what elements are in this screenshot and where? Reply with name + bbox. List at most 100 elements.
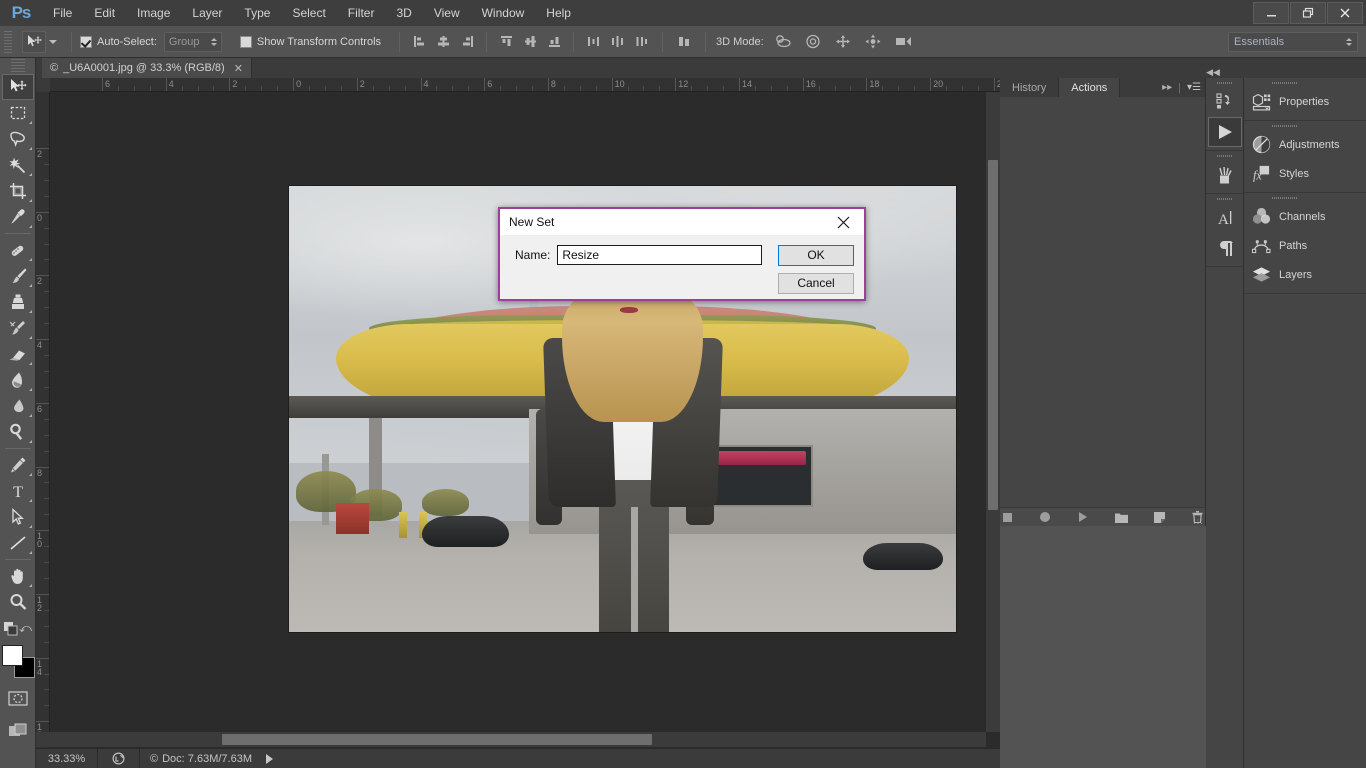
rectangular-marquee-tool[interactable] <box>2 100 34 126</box>
panel-item-properties[interactable]: Properties <box>1244 87 1366 116</box>
canvas-horizontal-scroll-thumb[interactable] <box>222 734 652 745</box>
menu-image[interactable]: Image <box>126 0 181 26</box>
panel-menu-icon[interactable]: ▾☰ <box>1187 82 1201 93</box>
collapse-panel-icon[interactable]: ▸▸ <box>1162 82 1172 93</box>
foreground-color-swatch[interactable] <box>1 645 23 666</box>
distribute-vertical-centers-icon[interactable] <box>606 31 628 53</box>
panel-resize-grip[interactable] <box>1193 515 1203 525</box>
character-icon[interactable]: A <box>1208 203 1242 233</box>
quick-selection-tool[interactable] <box>2 152 34 178</box>
panel-item-paths[interactable]: Paths <box>1244 231 1366 260</box>
scale-3d-icon[interactable] <box>892 31 914 53</box>
distribute-bottom-icon[interactable] <box>630 31 652 53</box>
align-horizontal-centers-icon[interactable] <box>432 31 454 53</box>
panel-item-styles[interactable]: fx Styles <box>1244 159 1366 188</box>
document-info-icon[interactable] <box>98 748 140 768</box>
close-tab-icon[interactable]: ✕ <box>234 62 243 75</box>
auto-select-scope-dropdown[interactable]: Group <box>163 31 222 52</box>
icon-group-grip[interactable] <box>1206 151 1243 160</box>
clone-stamp-tool[interactable] <box>2 289 34 315</box>
eyedropper-tool[interactable] <box>2 204 34 230</box>
lasso-tool[interactable] <box>2 126 34 152</box>
canvas-area[interactable] <box>36 78 1000 748</box>
align-right-edges-icon[interactable] <box>456 31 478 53</box>
swap-colors-icon[interactable]: ⤺ <box>19 621 32 636</box>
blur-tool[interactable] <box>2 393 34 419</box>
dodge-tool[interactable] <box>2 419 34 445</box>
distribute-top-icon[interactable] <box>582 31 604 53</box>
close-icon[interactable] <box>1327 2 1363 24</box>
panel-item-adjustments[interactable]: Adjustments <box>1244 130 1366 159</box>
status-expand-icon[interactable] <box>265 753 273 764</box>
menu-help[interactable]: Help <box>535 0 582 26</box>
document-tab[interactable]: © _U6A0001.jpg @ 33.3% (RGB/8) ✕ <box>42 58 252 78</box>
menu-3d[interactable]: 3D <box>385 0 422 26</box>
panel-group-grip[interactable] <box>1244 193 1366 202</box>
tool-preset-chevron-down-icon[interactable] <box>49 39 57 44</box>
crop-tool[interactable] <box>2 178 34 204</box>
vertical-ruler[interactable]: 20246810121416 <box>36 92 50 748</box>
pan-3d-icon[interactable] <box>832 31 854 53</box>
slide-3d-icon[interactable] <box>862 31 884 53</box>
panel-item-channels[interactable]: Channels <box>1244 202 1366 231</box>
dialog-title-bar[interactable]: New Set <box>500 209 864 235</box>
menu-select[interactable]: Select <box>281 0 336 26</box>
options-bar-grip[interactable] <box>4 30 12 53</box>
cancel-button[interactable]: Cancel <box>778 273 854 294</box>
move-tool-icon[interactable] <box>22 30 46 53</box>
menu-type[interactable]: Type <box>233 0 281 26</box>
align-bottom-edges-icon[interactable] <box>543 31 565 53</box>
brush-tool[interactable] <box>2 263 34 289</box>
menu-file[interactable]: File <box>42 0 83 26</box>
minimize-icon[interactable] <box>1253 2 1289 24</box>
workspace-switcher[interactable]: Essentials <box>1228 32 1358 52</box>
panel-group-grip[interactable] <box>1244 121 1366 130</box>
eraser-tool[interactable] <box>2 341 34 367</box>
screen-mode-icon[interactable] <box>2 717 34 743</box>
menu-layer[interactable]: Layer <box>181 0 233 26</box>
quick-mask-mode-icon[interactable] <box>2 685 34 711</box>
actions-list[interactable] <box>1000 97 1205 507</box>
begin-recording-icon[interactable] <box>1038 510 1052 524</box>
roll-3d-icon[interactable] <box>802 31 824 53</box>
panel-item-layers[interactable]: Layers <box>1244 260 1366 289</box>
move-tool[interactable] <box>1 74 34 100</box>
history-icon[interactable] <box>1208 87 1242 117</box>
new-set-icon[interactable] <box>1115 510 1129 524</box>
brush-presets-icon[interactable] <box>1208 160 1242 190</box>
auto-select-checkbox[interactable] <box>80 35 92 48</box>
menu-window[interactable]: Window <box>471 0 536 26</box>
ok-button[interactable]: OK <box>778 245 854 266</box>
menu-filter[interactable]: Filter <box>337 0 386 26</box>
stop-recording-icon[interactable] <box>1000 510 1014 524</box>
zoom-level[interactable]: 33.33% <box>36 748 98 768</box>
line-tool[interactable] <box>2 530 34 556</box>
path-selection-tool[interactable] <box>2 504 34 530</box>
icon-group-grip[interactable] <box>1206 78 1243 87</box>
hand-tool[interactable] <box>2 563 34 589</box>
align-left-edges-icon[interactable] <box>408 31 430 53</box>
gradient-tool[interactable] <box>2 367 34 393</box>
set-name-input[interactable] <box>557 245 763 265</box>
new-action-icon[interactable] <box>1153 510 1167 524</box>
tools-panel-grip[interactable] <box>0 58 35 74</box>
history-brush-tool[interactable] <box>2 315 34 341</box>
dialog-close-icon[interactable] <box>822 209 864 235</box>
menu-edit[interactable]: Edit <box>83 0 126 26</box>
tab-actions[interactable]: Actions <box>1059 78 1121 97</box>
ruler-origin-box[interactable] <box>36 78 50 92</box>
icon-group-grip[interactable] <box>1206 194 1243 203</box>
tool-preset-picker[interactable] <box>16 30 63 53</box>
default-colors-icon[interactable] <box>4 622 18 636</box>
show-transform-checkbox[interactable] <box>239 35 252 48</box>
distribute-auto-icon[interactable] <box>673 31 695 53</box>
document-size-status[interactable]: © Doc: 7.63M/7.63M <box>140 753 273 765</box>
panel-group-grip[interactable] <box>1244 78 1366 87</box>
align-vertical-centers-icon[interactable] <box>519 31 541 53</box>
pen-tool[interactable] <box>2 452 34 478</box>
menu-view[interactable]: View <box>423 0 471 26</box>
play-selection-icon[interactable] <box>1076 510 1090 524</box>
spot-healing-brush-tool[interactable] <box>2 237 34 263</box>
tab-history[interactable]: History <box>1000 78 1060 97</box>
dock-collapse-icon[interactable]: ◀◀ <box>1206 66 1220 78</box>
